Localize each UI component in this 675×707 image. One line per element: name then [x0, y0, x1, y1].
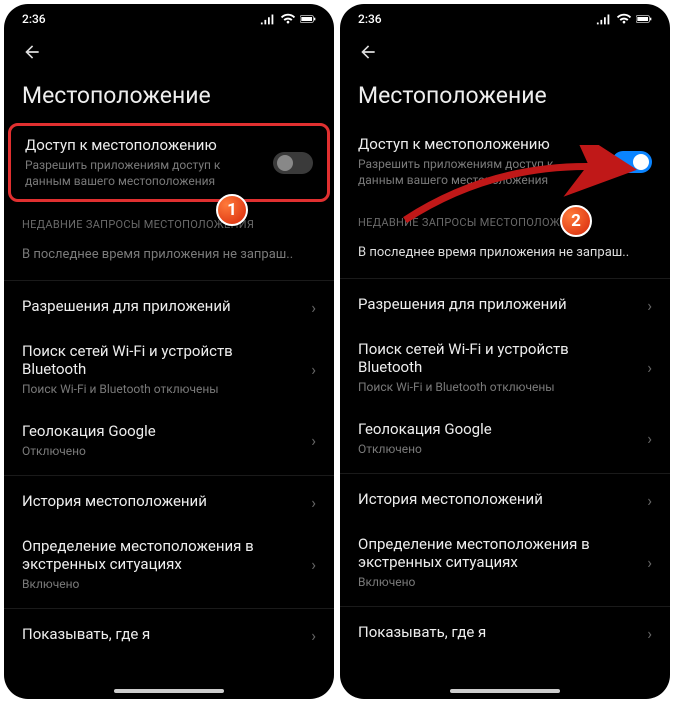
emergency-row[interactable]: Определение местоположения в экстренных …	[4, 525, 334, 604]
chevron-right-icon: ›	[311, 626, 316, 645]
divider	[340, 278, 670, 279]
show-where-title: Показывать, где я	[22, 625, 299, 643]
emergency-sub: Включено	[22, 576, 299, 592]
history-title: История местоположений	[358, 490, 635, 508]
chevron-right-icon: ›	[311, 493, 316, 512]
phone-right: 2:36 Местоположение Доступ к местоположе…	[340, 4, 670, 699]
location-access-toggle[interactable]	[612, 151, 652, 173]
signal-icon	[596, 13, 612, 25]
status-bar: 2:36	[340, 4, 670, 30]
chevron-right-icon: ›	[647, 624, 652, 643]
status-time: 2:36	[358, 12, 382, 26]
step-badge-2: 2	[560, 205, 592, 237]
battery-icon	[300, 13, 316, 25]
arrow-left-icon	[358, 42, 378, 62]
google-location-sub: Отключено	[358, 441, 635, 457]
google-location-title: Геолокация Google	[358, 420, 635, 438]
recent-section-label: НЕДАВНИЕ ЗАПРОСЫ МЕСТОПОЛОЖЕНИЯ	[340, 200, 670, 235]
location-access-sub: Разрешить приложениям доступ к данным ва…	[358, 156, 600, 188]
location-access-sub: Разрешить приложениям доступ к данным ва…	[25, 157, 261, 189]
page-title: Местоположение	[340, 72, 670, 123]
google-location-row[interactable]: Геолокация Google Отключено ›	[4, 410, 334, 471]
phone-left: 2:36 Местоположение Доступ к местоположе…	[4, 4, 334, 699]
history-row[interactable]: История местоположений ›	[4, 480, 334, 525]
step-badge-1: 1	[216, 194, 248, 226]
location-access-toggle[interactable]	[273, 152, 313, 174]
history-row[interactable]: История местоположений ›	[340, 478, 670, 523]
divider	[4, 475, 334, 476]
history-title: История местоположений	[22, 492, 299, 510]
app-permissions-title: Разрешения для приложений	[22, 297, 299, 315]
recent-empty-text: В последнее время приложения не запраш..	[340, 235, 670, 274]
divider	[4, 280, 334, 281]
google-location-title: Геолокация Google	[22, 422, 299, 440]
google-location-row[interactable]: Геолокация Google Отключено ›	[340, 408, 670, 469]
status-bar: 2:36	[4, 4, 334, 30]
scanning-row[interactable]: Поиск сетей Wi-Fi и устройств Bluetooth …	[340, 328, 670, 407]
emergency-title: Определение местоположения в экстренных …	[22, 537, 299, 573]
chevron-right-icon: ›	[647, 358, 652, 377]
location-access-title: Доступ к местоположению	[358, 135, 600, 153]
home-indicator[interactable]	[450, 689, 560, 693]
chevron-right-icon: ›	[647, 296, 652, 315]
back-button[interactable]	[18, 38, 46, 66]
app-permissions-title: Разрешения для приложений	[358, 295, 635, 313]
location-access-row[interactable]: Доступ к местоположению Разрешить прилож…	[8, 123, 330, 202]
scanning-row[interactable]: Поиск сетей Wi-Fi и устройств Bluetooth …	[4, 330, 334, 409]
google-location-sub: Отключено	[22, 443, 299, 459]
scanning-sub: Поиск Wi-Fi и Bluetooth отключены	[22, 381, 299, 397]
chevron-right-icon: ›	[647, 491, 652, 510]
emergency-sub: Включено	[358, 574, 635, 590]
divider	[340, 473, 670, 474]
chevron-right-icon: ›	[647, 553, 652, 572]
scanning-title: Поиск сетей Wi-Fi и устройств Bluetooth	[358, 340, 635, 376]
scanning-sub: Поиск Wi-Fi и Bluetooth отключены	[358, 379, 635, 395]
app-permissions-row[interactable]: Разрешения для приложений ›	[340, 283, 670, 328]
home-indicator[interactable]	[114, 689, 224, 693]
recent-section-label: НЕДАВНИЕ ЗАПРОСЫ МЕСТОПОЛОЖЕНИЯ	[4, 202, 334, 237]
back-button[interactable]	[354, 38, 382, 66]
wifi-icon	[280, 13, 296, 25]
chevron-right-icon: ›	[647, 429, 652, 448]
divider	[340, 606, 670, 607]
recent-empty-text: В последнее время приложения не запраш..	[4, 237, 334, 276]
chevron-right-icon: ›	[311, 555, 316, 574]
scanning-title: Поиск сетей Wi-Fi и устройств Bluetooth	[22, 342, 299, 378]
status-icons	[260, 13, 316, 25]
signal-icon	[260, 13, 276, 25]
chevron-right-icon: ›	[311, 360, 316, 379]
arrow-left-icon	[22, 42, 42, 62]
status-icons	[596, 13, 652, 25]
app-permissions-row[interactable]: Разрешения для приложений ›	[4, 285, 334, 330]
emergency-row[interactable]: Определение местоположения в экстренных …	[340, 523, 670, 602]
location-access-title: Доступ к местоположению	[25, 136, 261, 154]
show-where-row[interactable]: Показывать, где я ›	[4, 613, 334, 658]
page-title: Местоположение	[4, 72, 334, 123]
show-where-title: Показывать, где я	[358, 623, 635, 641]
chevron-right-icon: ›	[311, 431, 316, 450]
status-time: 2:36	[22, 12, 46, 26]
location-access-row[interactable]: Доступ к местоположению Разрешить прилож…	[340, 123, 670, 200]
divider	[4, 608, 334, 609]
emergency-title: Определение местоположения в экстренных …	[358, 535, 635, 571]
chevron-right-icon: ›	[311, 298, 316, 317]
battery-icon	[636, 13, 652, 25]
show-where-row[interactable]: Показывать, где я ›	[340, 611, 670, 656]
wifi-icon	[616, 13, 632, 25]
